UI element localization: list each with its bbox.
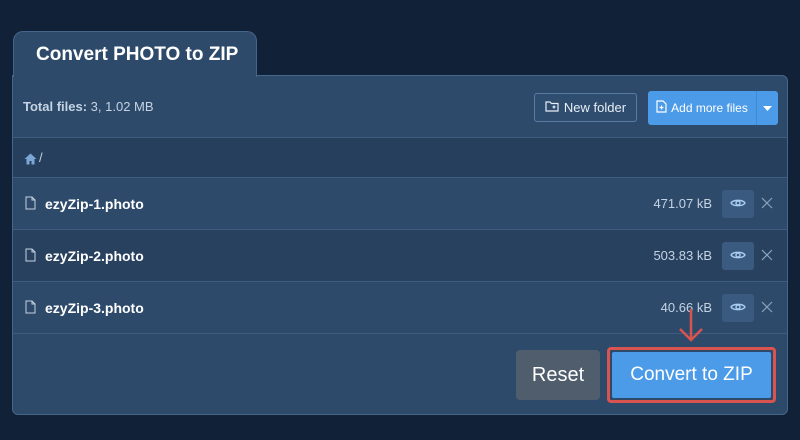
- eye-icon: [730, 247, 746, 265]
- folder-plus-icon: [545, 100, 559, 115]
- file-row: ezyZip-1.photo 471.07 kB: [13, 178, 787, 230]
- file-icon: [25, 300, 36, 319]
- add-more-files-group: Add more files: [648, 91, 778, 125]
- reset-button[interactable]: Reset: [516, 350, 600, 400]
- file-plus-icon: [656, 100, 667, 116]
- new-folder-button[interactable]: New folder: [534, 93, 637, 122]
- total-files-label: Total files:: [23, 99, 88, 114]
- file-size: 503.83 kB: [653, 248, 712, 263]
- file-name: ezyZip-1.photo: [45, 196, 144, 212]
- file-size: 471.07 kB: [653, 196, 712, 211]
- file-icon: [25, 196, 36, 215]
- file-row: ezyZip-2.photo 503.83 kB: [13, 230, 787, 282]
- convert-button-highlight: Convert to ZIP: [607, 347, 776, 403]
- panel-header: Total files: 3, 1.02 MB New folder Add m…: [13, 76, 787, 137]
- tab-convert[interactable]: Convert PHOTO to ZIP: [13, 31, 257, 77]
- arrow-down-icon: [676, 308, 706, 349]
- preview-button[interactable]: [722, 294, 754, 322]
- close-icon[interactable]: [761, 300, 773, 318]
- home-icon[interactable]: [24, 152, 37, 170]
- add-more-files-label: Add more files: [671, 101, 748, 115]
- preview-button[interactable]: [722, 242, 754, 270]
- add-more-files-button[interactable]: Add more files: [648, 91, 756, 125]
- convert-to-zip-button[interactable]: Convert to ZIP: [612, 352, 771, 398]
- file-row: ezyZip-3.photo 40.66 kB: [13, 282, 787, 334]
- close-icon[interactable]: [761, 196, 773, 214]
- breadcrumb: /: [13, 137, 787, 178]
- eye-icon: [730, 195, 746, 213]
- file-icon: [25, 248, 36, 267]
- breadcrumb-path: /: [39, 150, 43, 165]
- eye-icon: [730, 299, 746, 317]
- add-more-dropdown-toggle[interactable]: [757, 91, 778, 125]
- converter-panel: Total files: 3, 1.02 MB New folder Add m…: [12, 75, 788, 415]
- chevron-down-icon: [763, 101, 772, 115]
- total-files-value: 3, 1.02 MB: [90, 99, 154, 114]
- tab-title: Convert PHOTO to ZIP: [36, 44, 239, 65]
- preview-button[interactable]: [722, 190, 754, 218]
- total-files: Total files: 3, 1.02 MB: [23, 99, 154, 114]
- file-name: ezyZip-3.photo: [45, 300, 144, 316]
- close-icon[interactable]: [761, 248, 773, 266]
- new-folder-label: New folder: [563, 100, 627, 115]
- file-name: ezyZip-2.photo: [45, 248, 144, 264]
